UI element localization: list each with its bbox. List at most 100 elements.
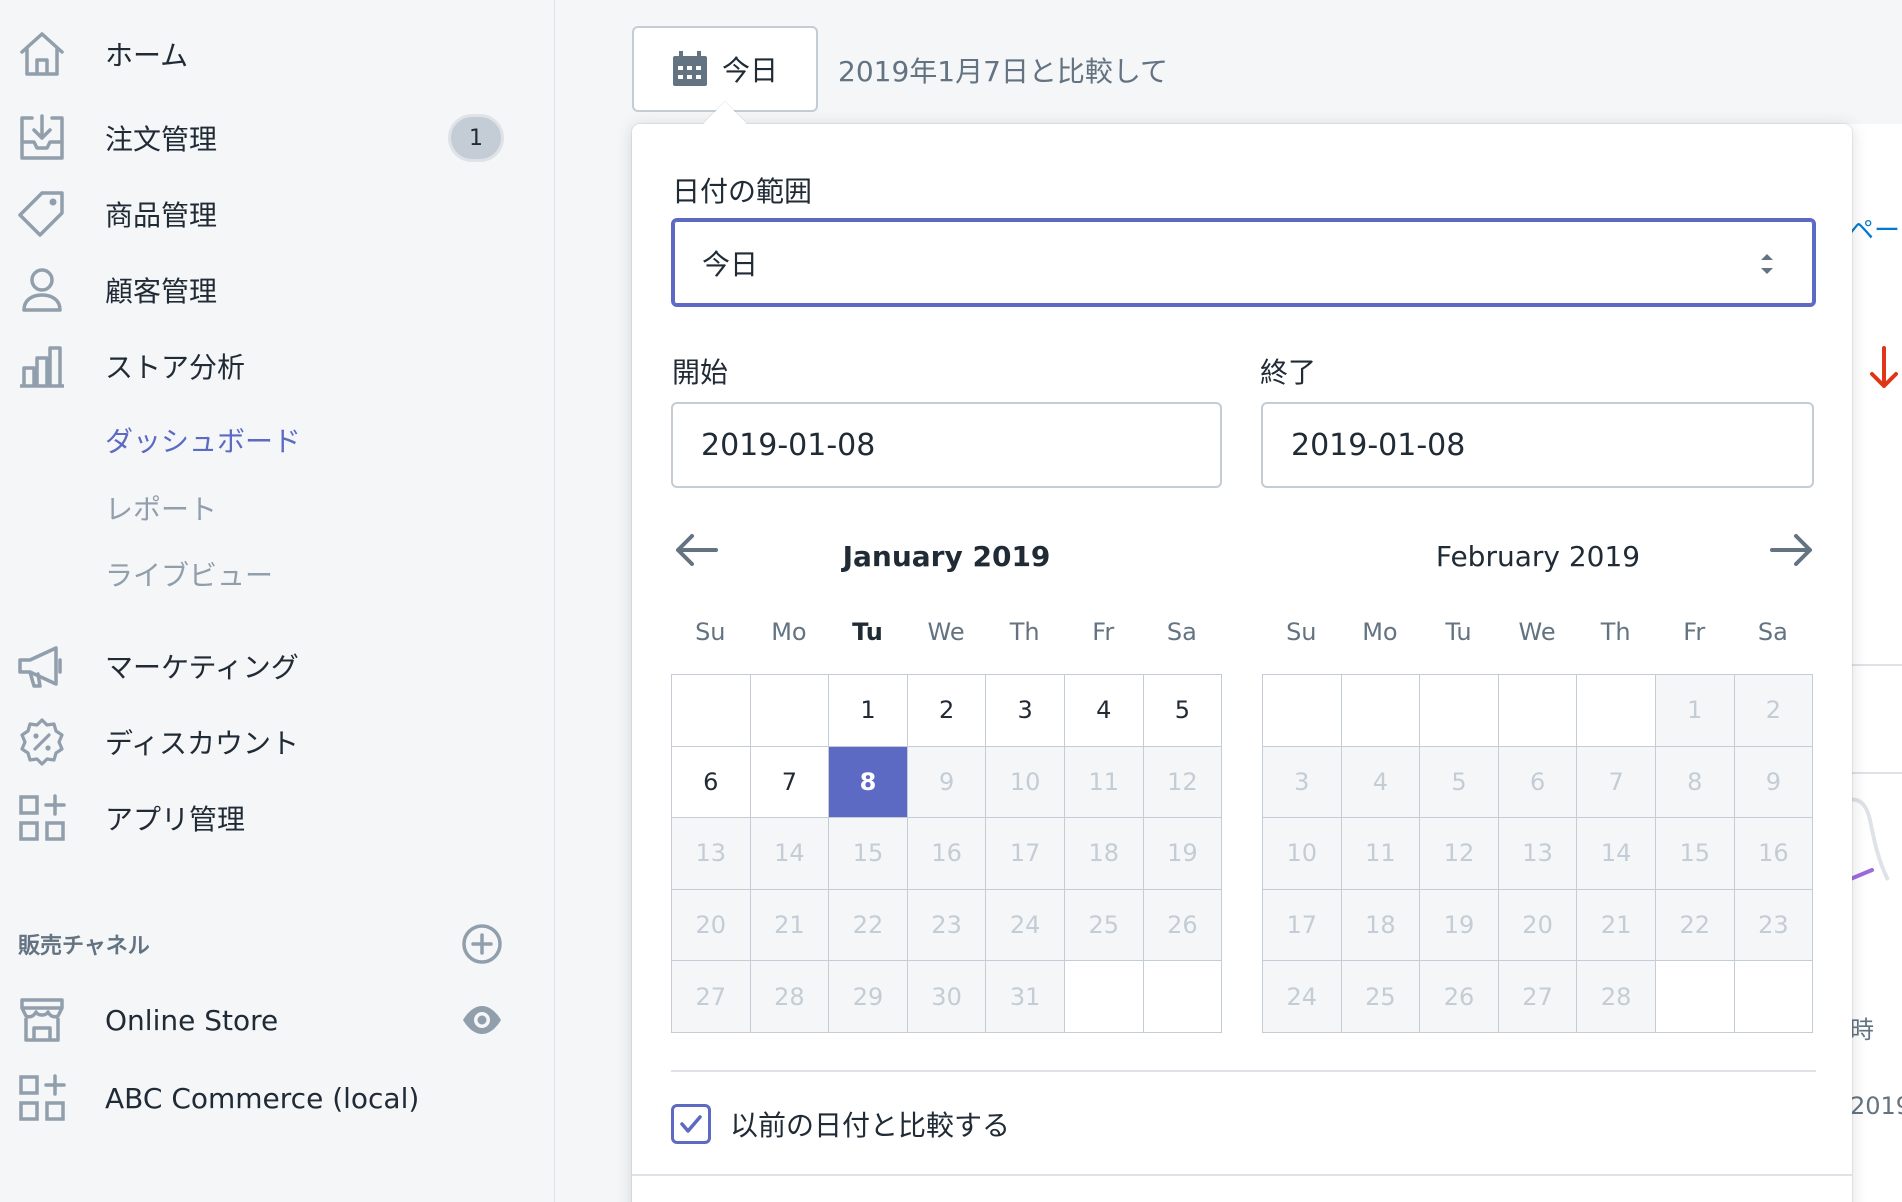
analytics-icon: [16, 340, 68, 392]
calendar-day: 27: [672, 961, 751, 1033]
calendar-day: 28: [1577, 961, 1656, 1033]
calendar-day: 10: [1263, 818, 1342, 890]
sidebar-item-label: ホーム: [105, 39, 189, 72]
sales-channels-heading: 販売チャネル: [18, 934, 150, 959]
calendar-day[interactable]: 6: [672, 746, 751, 819]
calendar-day: 15: [1655, 818, 1735, 890]
chart-legend-fragment: 2019: [1850, 1092, 1902, 1120]
sidebar-subitem-dashboard[interactable]: ダッシュボード: [105, 420, 301, 460]
calendar-day[interactable]: 7: [750, 746, 830, 819]
weekday-label: Th: [1600, 618, 1631, 646]
megaphone-icon: [16, 640, 68, 692]
checkmark-icon: [680, 1115, 702, 1133]
weekday-label: Mo: [1362, 618, 1398, 646]
calendar-day: 26: [1420, 961, 1499, 1033]
tag-icon: [16, 188, 68, 240]
calendar-day: 20: [672, 889, 751, 962]
calendar-day: 24: [986, 889, 1065, 962]
calendar-day: 23: [1734, 889, 1814, 962]
weekday-label: Tu: [852, 618, 883, 646]
calendar-day: 26: [1143, 889, 1223, 962]
calendar-day: 30: [907, 961, 987, 1033]
arrow-down-icon: [1870, 346, 1898, 388]
weekday-label: Su: [695, 618, 726, 646]
sidebar-item-label: マーケティング: [105, 651, 299, 684]
calendar-blank-cell: [1577, 675, 1656, 747]
calendar-day: 8: [1655, 746, 1735, 819]
sidebar-item-customers[interactable]: 顧客管理: [0, 258, 555, 322]
sparkline-chart: [1848, 797, 1890, 882]
calendar-day: 25: [1064, 889, 1144, 962]
calendar-day: 18: [1341, 889, 1421, 962]
calendar-day: 9: [1734, 746, 1814, 819]
calendar-day: 7: [1577, 746, 1656, 819]
sidebar-item-label: 商品管理: [105, 199, 218, 232]
sidebar-item-home[interactable]: ホーム: [0, 22, 555, 86]
date-range-button[interactable]: 今日: [632, 26, 818, 112]
chart-axis-fragment: 時: [1850, 1016, 1874, 1044]
calendar-day: 9: [907, 746, 987, 819]
calendar-day[interactable]: 2: [907, 675, 987, 747]
weekday-label: We: [1518, 618, 1556, 646]
calendar-day: 16: [1734, 818, 1814, 890]
sidebar-item-marketing[interactable]: マーケティング: [0, 634, 555, 698]
calendar-day: 21: [750, 889, 830, 962]
sidebar-item-label: 注文管理: [105, 123, 218, 156]
eye-icon: [463, 1006, 501, 1034]
sidebar-item-label: 顧客管理: [105, 275, 218, 308]
calendar-day: 21: [1577, 889, 1656, 962]
add-channel-button[interactable]: [460, 922, 504, 966]
calendar-day: 2: [1734, 675, 1814, 747]
customer-icon: [16, 264, 68, 316]
calendar-blank-cell: [750, 675, 830, 747]
calendar-day: 27: [1498, 961, 1578, 1033]
calendar-day: 16: [907, 818, 987, 890]
weekday-label: Sa: [1757, 618, 1788, 646]
sidebar-item-discounts[interactable]: ディスカウント: [0, 710, 555, 774]
calendar-day[interactable]: 8: [829, 746, 908, 819]
sidebar-item-abc-commerce[interactable]: ABC Commerce (local): [0, 1066, 555, 1130]
calendar-day: 25: [1341, 961, 1421, 1033]
sidebar-subitem-reports[interactable]: レポート: [105, 488, 217, 528]
calendar-day: 31: [986, 961, 1065, 1033]
compare-checkbox[interactable]: [671, 1104, 711, 1144]
app: ホーム 注文管理 1 商品管理 顧客管理 ストア分析 ダッシュボード レポート …: [0, 0, 1902, 1202]
calendar-grid-january: 1 2 3 4 5 6 7 8 9 10 11 12 13 14 15 16 17 18 19 20 21 22 23 24 2…: [671, 674, 1223, 1033]
calendar-blank-cell: [1143, 961, 1223, 1033]
weekday-label: Sa: [1166, 618, 1197, 646]
apps-icon: [16, 1072, 68, 1124]
view-online-store-button[interactable]: [460, 998, 504, 1042]
sidebar-item-products[interactable]: 商品管理: [0, 182, 555, 246]
sidebar-item-analytics[interactable]: ストア分析: [0, 334, 555, 398]
weekday-label: Th: [1009, 618, 1040, 646]
calendar-blank-cell: [1064, 961, 1144, 1033]
calendar-day: 17: [986, 818, 1065, 890]
calendar-blank-cell: [1655, 961, 1735, 1033]
sidebar-item-apps[interactable]: アプリ管理: [0, 786, 555, 850]
calendar-day: 28: [750, 961, 830, 1033]
sidebar-subitem-live-view[interactable]: ライブビュー: [105, 554, 273, 594]
date-range-select[interactable]: 今日: [671, 218, 1816, 307]
calendar-day[interactable]: 1: [829, 675, 908, 747]
calendar-day: 12: [1143, 746, 1223, 819]
calendar-day[interactable]: 3: [986, 675, 1065, 747]
dashboard-link-fragment[interactable]: ペーン: [1848, 210, 1902, 247]
calendar-day: 17: [1263, 889, 1342, 962]
weekday-label: Tu: [1445, 618, 1472, 646]
calendar-day: 14: [750, 818, 830, 890]
start-date-input[interactable]: [671, 402, 1222, 488]
calendar-day[interactable]: 4: [1064, 675, 1144, 747]
end-date-input[interactable]: [1261, 402, 1814, 488]
calendar-day: 5: [1420, 746, 1499, 819]
sidebar-item-orders[interactable]: 注文管理 1: [0, 106, 555, 170]
calendar-day: 11: [1341, 818, 1421, 890]
sidebar-item-label: ストア分析: [105, 351, 246, 384]
card-divider: [1850, 772, 1902, 774]
calendar-day: 4: [1341, 746, 1421, 819]
calendar-day: 12: [1420, 818, 1499, 890]
calendar-day[interactable]: 5: [1143, 675, 1223, 747]
calendar-day: 15: [829, 818, 908, 890]
select-arrows-icon: [1761, 254, 1773, 274]
calendar-day: 23: [907, 889, 987, 962]
weekday-header-row: Su Mo Tu We Th Fr Sa: [1262, 618, 1812, 646]
